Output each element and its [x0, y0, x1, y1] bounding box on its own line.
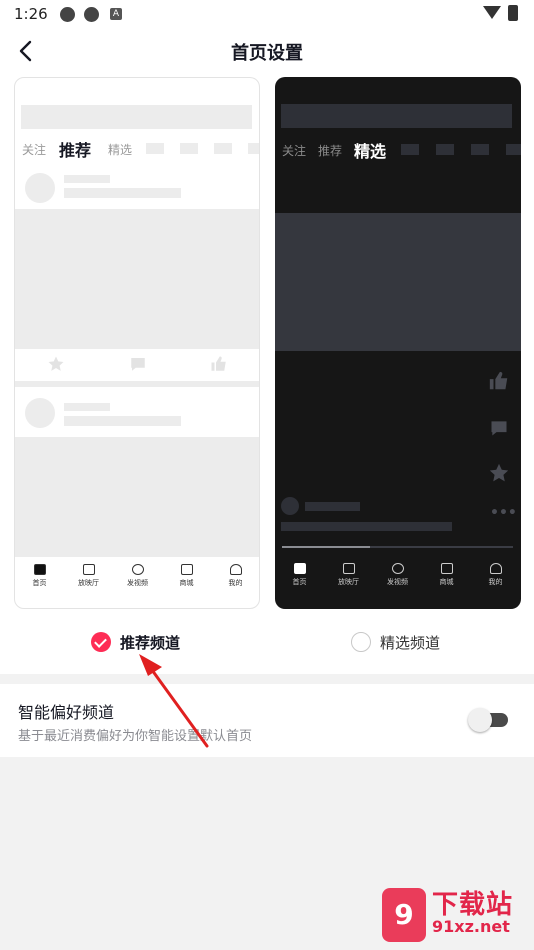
watermark: 9 下载站 91xz.net: [382, 884, 532, 946]
watermark-text: 下载站: [432, 890, 514, 920]
watermark-logo: 9: [382, 888, 426, 942]
watermark-url: 91xz.net: [432, 917, 510, 936]
annotation-arrow: [139, 654, 209, 748]
